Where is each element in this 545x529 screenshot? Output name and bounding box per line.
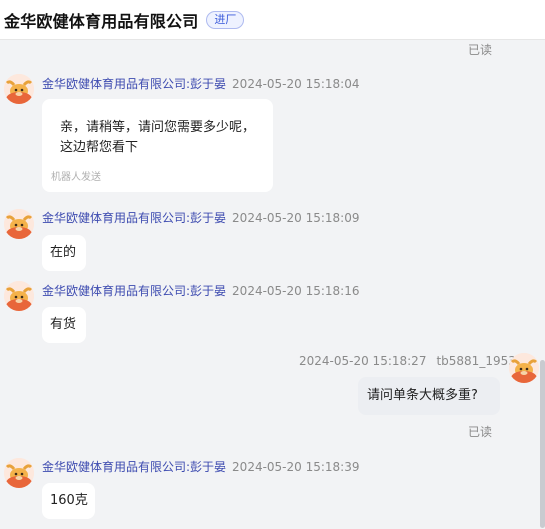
message-text: 请问单条大概多重?	[367, 388, 478, 403]
bull-avatar-icon[interactable]	[4, 74, 34, 104]
chat-panel: 已读 金华欧健体育用品有限公司:彭于晏 2024-05-20 15:18:04 亲…	[0, 41, 545, 529]
bull-avatar-icon[interactable]	[4, 209, 34, 239]
message-time: 2024-05-20 15:18:09	[232, 211, 360, 225]
message-meta: 金华欧健体育用品有限公司:彭于晏 2024-05-20 15:18:39	[42, 458, 360, 475]
message-text: 这边帮您看下	[60, 140, 139, 155]
chat-scrollbar[interactable]	[540, 360, 545, 528]
message-meta: 金华欧健体育用品有限公司:彭于晏 2024-05-20 15:18:16	[42, 282, 360, 299]
sender-name[interactable]: 金华欧健体育用品有限公司:彭于晏	[42, 211, 226, 225]
message-bubble: 有货	[42, 307, 86, 343]
sender-name[interactable]: 金华欧健体育用品有限公司:彭于晏	[42, 77, 226, 91]
message-bubble: 亲，请稍等，请问您需要多少呢， 这边帮您看下 机器人发送	[42, 99, 273, 192]
message-meta: 金华欧健体育用品有限公司:彭于晏 2024-05-20 15:18:09	[42, 209, 360, 226]
read-receipt: 已读	[468, 43, 493, 57]
robot-sent-note: 机器人发送	[51, 172, 101, 183]
message-text: 有货	[50, 317, 77, 332]
message-time: 2024-05-20 15:18:16	[232, 284, 360, 298]
message-meta: 2024-05-20 15:18:27 tb5881_1953	[299, 354, 516, 368]
bull-avatar-icon[interactable]	[509, 353, 539, 383]
sender-name: tb5881_1953	[436, 354, 516, 368]
sender-name[interactable]: 金华欧健体育用品有限公司:彭于晏	[42, 284, 226, 298]
sender-name[interactable]: 金华欧健体育用品有限公司:彭于晏	[42, 460, 226, 474]
message-time: 2024-05-20 15:18:27	[299, 354, 427, 368]
bull-avatar-icon[interactable]	[4, 281, 34, 311]
message-text: 亲，请稍等，请问您需要多少呢，	[60, 120, 256, 135]
chat-header: 金华欧健体育用品有限公司 进厂	[0, 0, 545, 40]
enter-shop-badge[interactable]: 进厂	[206, 10, 245, 29]
read-receipt: 已读	[468, 425, 493, 439]
message-bubble: 160克	[42, 483, 95, 519]
message-text: 160克	[50, 493, 88, 508]
message-meta: 金华欧健体育用品有限公司:彭于晏 2024-05-20 15:18:04	[42, 75, 360, 92]
message-time: 2024-05-20 15:18:04	[232, 77, 360, 91]
message-text: 在的	[50, 245, 77, 260]
bull-avatar-icon[interactable]	[4, 458, 34, 488]
message-bubble: 请问单条大概多重?	[358, 377, 500, 415]
message-time: 2024-05-20 15:18:39	[232, 460, 360, 474]
shop-title: 金华欧健体育用品有限公司	[4, 11, 199, 31]
message-bubble: 在的	[42, 235, 86, 271]
